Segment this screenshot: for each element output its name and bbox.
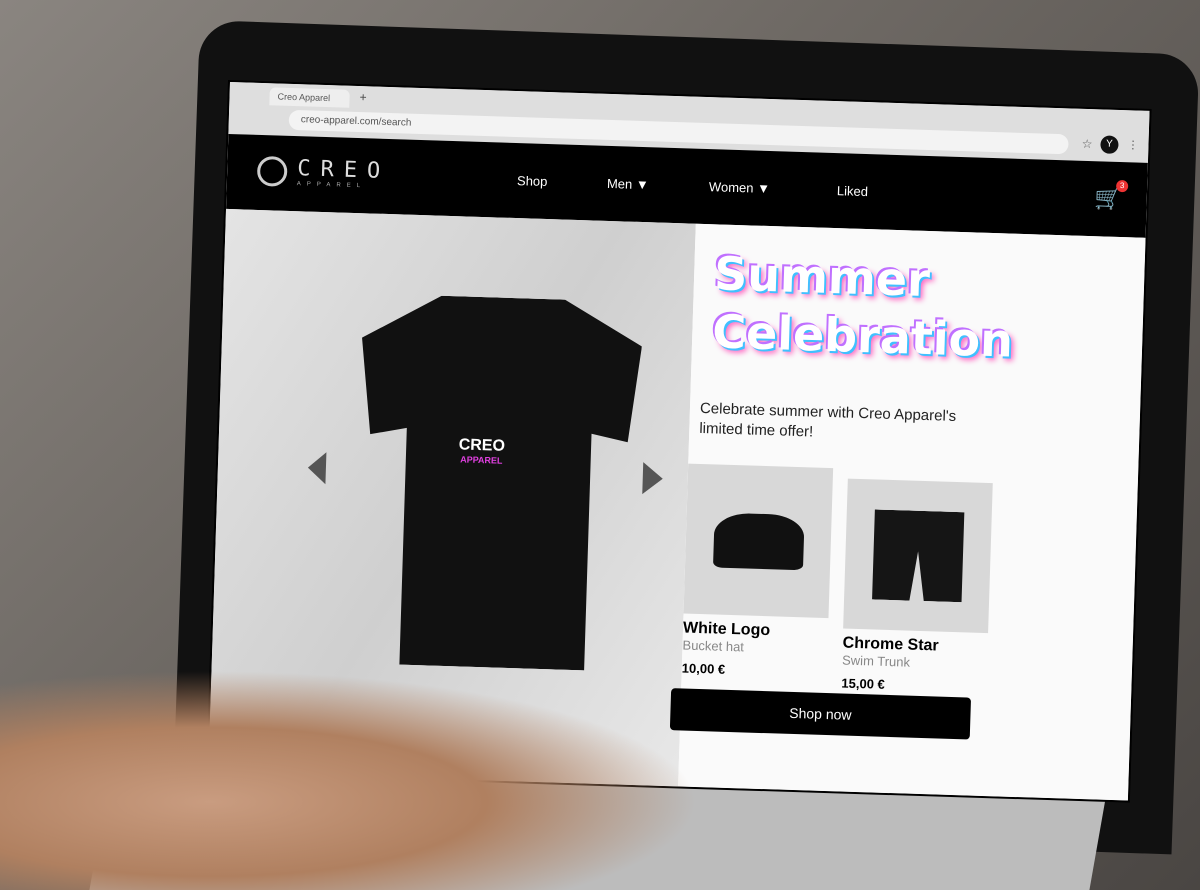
kebab-menu-icon[interactable]: ⋮ xyxy=(1127,138,1138,151)
bookmark-star-icon[interactable]: ☆ xyxy=(1081,137,1092,151)
swim-trunk-image xyxy=(872,509,965,602)
cart-icon[interactable]: 🛒 3 xyxy=(1094,179,1129,212)
product-image xyxy=(843,478,993,634)
profile-avatar[interactable]: Y xyxy=(1100,135,1119,154)
nav-women[interactable]: Women ▼ xyxy=(709,179,770,196)
tshirt-image xyxy=(352,293,643,672)
shirt-logo-subtext: APPAREL xyxy=(460,454,503,466)
logo-text: CREO xyxy=(296,156,391,185)
product-card[interactable]: White Logo Bucket hat 10,00 € xyxy=(681,463,834,680)
site-logo[interactable]: CREO APPAREL xyxy=(256,155,391,190)
shirt-logo: CREO APPAREL xyxy=(458,436,505,465)
nav-shop[interactable]: Shop xyxy=(517,173,548,189)
product-type: Swim Trunk xyxy=(841,652,911,670)
nav-liked[interactable]: Liked xyxy=(837,183,869,199)
product-image xyxy=(683,463,834,619)
browser-tab[interactable]: Creo Apparel xyxy=(269,87,350,108)
carousel-prev-button[interactable] xyxy=(307,451,327,485)
shop-now-button[interactable]: Shop now xyxy=(669,688,972,740)
nav-men[interactable]: Men ▼ xyxy=(607,176,649,192)
title-line-1: Summer xyxy=(713,246,931,308)
bucket-hat-image xyxy=(712,511,805,570)
hands xyxy=(0,670,700,890)
product-price: 10,00 € xyxy=(681,660,726,677)
promo-subtitle: Celebrate summer with Creo Apparel's lim… xyxy=(699,399,957,441)
new-tab-button[interactable]: + xyxy=(359,90,366,104)
cart-badge: 3 xyxy=(1115,179,1129,193)
product-type: Bucket hat xyxy=(682,637,745,655)
product-price: 15,00 € xyxy=(841,675,886,692)
product-card[interactable]: Chrome Star Swim Trunk 15,00 € xyxy=(841,478,993,695)
logo-icon xyxy=(256,155,288,187)
title-line-2: Celebration xyxy=(711,304,1014,368)
shirt-logo-text: CREO xyxy=(458,436,506,455)
promo-panel: Summer Celebration Celebrate summer with … xyxy=(669,223,1146,801)
carousel-next-button[interactable] xyxy=(642,462,664,495)
promo-title: Summer Celebration xyxy=(711,244,1015,369)
